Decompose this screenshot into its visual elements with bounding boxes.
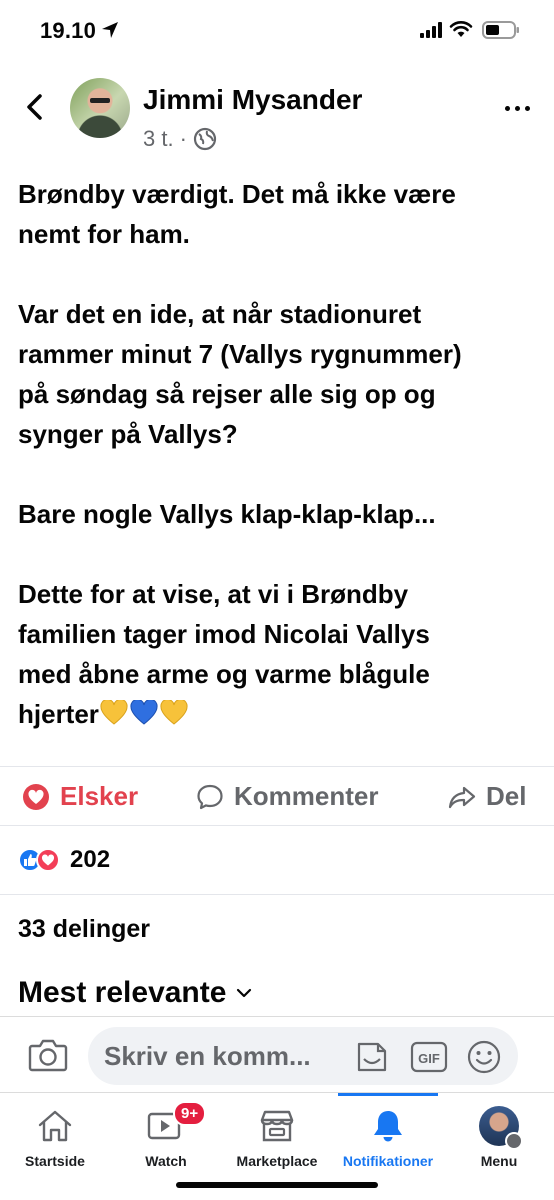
menu-avatar <box>479 1106 523 1150</box>
tab-label: Notifikationer <box>342 1153 434 1169</box>
globe-icon <box>193 127 217 151</box>
chevron-down-icon <box>237 988 252 998</box>
tab-label: Menu <box>480 1153 518 1169</box>
share-count[interactable]: 33 delinger <box>18 915 150 944</box>
post-text: Brøndby værdigt. Det må ikke være nemt f… <box>18 179 462 729</box>
wifi-icon <box>449 21 473 37</box>
yellow-heart-icon <box>160 700 188 725</box>
comment-placeholder: Skriv en komm... <box>104 1041 311 1071</box>
tab-label: Marketplace <box>236 1153 318 1169</box>
post-time[interactable]: 3 t. <box>143 126 174 152</box>
location-arrow-icon <box>102 22 118 38</box>
author-name[interactable]: Jimmi Mysander <box>143 84 362 116</box>
marketplace-icon <box>260 1110 294 1142</box>
share-button[interactable]: Del <box>448 781 526 812</box>
love-reaction-icon <box>23 783 49 810</box>
author-avatar[interactable] <box>70 78 130 138</box>
comment-button[interactable]: Kommenter <box>196 781 378 812</box>
status-bar: 19.10 <box>0 0 554 62</box>
avatar-sticker-icon[interactable] <box>354 1039 390 1075</box>
meta-separator: · <box>179 126 187 151</box>
tab-marketplace[interactable]: Marketplace <box>222 1103 332 1169</box>
reaction-summary[interactable]: 202 <box>18 846 110 874</box>
tab-label: Startside <box>25 1153 85 1169</box>
heart-emojis <box>100 700 188 726</box>
home-indicator <box>176 1182 378 1188</box>
comment-composer: Skriv en komm... GIF <box>0 1016 554 1092</box>
love-label: Elsker <box>60 781 139 811</box>
comment-sort-dropdown[interactable]: Mest relevante <box>18 976 252 1010</box>
tab-watch[interactable]: 9+ Watch <box>111 1101 221 1169</box>
bell-icon <box>374 1111 402 1142</box>
battery-icon <box>482 21 519 39</box>
comment-icon <box>197 784 223 809</box>
cellular-signal-icon <box>420 22 442 38</box>
divider <box>0 894 554 895</box>
reaction-count: 202 <box>70 846 111 873</box>
tab-home[interactable]: Startside <box>0 1103 110 1169</box>
home-icon <box>38 1110 72 1142</box>
camera-icon[interactable] <box>28 1037 68 1073</box>
back-arrow-icon[interactable] <box>20 92 50 122</box>
share-label: Del <box>486 781 527 811</box>
active-tab-indicator <box>338 1093 438 1096</box>
comment-label: Kommenter <box>234 781 379 811</box>
status-time: 19.10 <box>40 18 97 43</box>
watch-badge: 9+ <box>173 1101 207 1126</box>
sort-label: Mest relevante <box>18 976 227 1009</box>
blue-heart-icon <box>130 700 158 725</box>
menu-icon <box>505 1132 523 1150</box>
post-meta: 3 t. · <box>143 126 217 152</box>
post-body: Brøndby værdigt. Det må ikke være nemt f… <box>18 174 538 734</box>
share-arrow-icon <box>448 786 476 808</box>
love-button[interactable]: Elsker <box>22 781 138 812</box>
tab-menu[interactable]: Menu <box>444 1103 554 1169</box>
emoji-icon[interactable] <box>466 1039 502 1075</box>
tab-notifications[interactable]: Notifikationer <box>333 1103 443 1169</box>
comment-input[interactable]: Skriv en komm... GIF <box>88 1027 518 1085</box>
post-header: Jimmi Mysander 3 t. · <box>0 62 554 162</box>
post-actions: Elsker Kommenter Del <box>0 766 554 826</box>
tab-label: Watch <box>145 1153 187 1169</box>
gif-icon[interactable]: GIF <box>410 1039 448 1075</box>
svg-text:GIF: GIF <box>418 1051 440 1066</box>
love-reaction-small-icon <box>36 848 60 872</box>
more-options-icon[interactable] <box>505 106 530 111</box>
yellow-heart-icon <box>100 700 128 725</box>
